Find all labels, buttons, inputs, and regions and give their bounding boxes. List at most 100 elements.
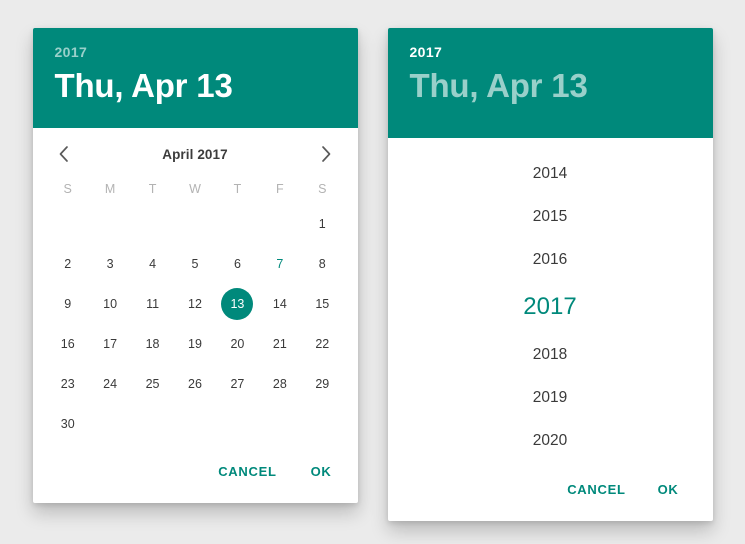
calendar-day-28[interactable]: 28 (264, 368, 296, 400)
calendar-day-2[interactable]: 2 (52, 248, 84, 280)
calendar-day-empty (137, 408, 169, 440)
header-date-label[interactable]: Thu, Apr 13 (55, 67, 336, 105)
calendar-day-5[interactable]: 5 (179, 248, 211, 280)
year-item-2018[interactable]: 2018 (388, 333, 713, 376)
calendar-cell: 25 (131, 364, 173, 404)
calendar-grid: 1 2 3 4 5 6 7 8 9 10 11 12 13 14 15 16 17 18 19 20 21 22 23 24 2… (47, 204, 344, 444)
year-item-2019[interactable]: 2019 (388, 376, 713, 419)
calendar-cell (216, 404, 258, 444)
calendar-day-12[interactable]: 12 (179, 288, 211, 320)
prev-month-button[interactable] (49, 140, 79, 168)
year-item-2017[interactable]: 2017 (388, 281, 713, 333)
date-picker-actions: CANCEL OK (33, 444, 358, 503)
calendar-cell: 1 (301, 204, 343, 244)
calendar-day-empty (179, 208, 211, 240)
cancel-button[interactable]: CANCEL (210, 456, 284, 487)
calendar-day-empty (264, 208, 296, 240)
calendar-day-4[interactable]: 4 (137, 248, 169, 280)
month-navigation: April 2017 (33, 128, 358, 174)
ok-button[interactable]: OK (303, 456, 340, 487)
year-item-2014[interactable]: 2014 (388, 152, 713, 195)
calendar-day-6[interactable]: 6 (221, 248, 253, 280)
calendar-day-9[interactable]: 9 (52, 288, 84, 320)
header-year-label[interactable]: 2017 (55, 44, 336, 61)
calendar-cell: 18 (131, 324, 173, 364)
calendar-cell (174, 404, 216, 444)
calendar-day-20[interactable]: 20 (221, 328, 253, 360)
calendar-day-18[interactable]: 18 (137, 328, 169, 360)
calendar-cell: 10 (89, 284, 131, 324)
calendar-day-3[interactable]: 3 (94, 248, 126, 280)
calendar-cell: 23 (47, 364, 89, 404)
calendar-day-empty (264, 408, 296, 440)
ok-button[interactable]: OK (650, 474, 687, 505)
calendar-cell: 9 (47, 284, 89, 324)
calendar-day-empty (94, 208, 126, 240)
chevron-right-icon (321, 145, 332, 163)
calendar-day-8[interactable]: 8 (306, 248, 338, 280)
calendar-cell: 17 (89, 324, 131, 364)
year-item-2015[interactable]: 2015 (388, 195, 713, 238)
calendar-cell: 27 (216, 364, 258, 404)
calendar-day-11[interactable]: 11 (137, 288, 169, 320)
year-item-2020[interactable]: 2020 (388, 419, 713, 462)
calendar-cell (131, 404, 173, 444)
calendar-cell (131, 204, 173, 244)
calendar-cell (89, 404, 131, 444)
calendar-cell: 29 (301, 364, 343, 404)
calendar-day-16[interactable]: 16 (52, 328, 84, 360)
calendar-day-1[interactable]: 1 (306, 208, 338, 240)
calendar-cell: 15 (301, 284, 343, 324)
calendar-day-25[interactable]: 25 (137, 368, 169, 400)
calendar-cell (301, 404, 343, 444)
weekday-label: M (104, 182, 116, 196)
calendar-cell: 3 (89, 244, 131, 284)
calendar-cell: 16 (47, 324, 89, 364)
calendar-cell: 24 (89, 364, 131, 404)
cancel-button[interactable]: CANCEL (559, 474, 633, 505)
calendar-cell (259, 404, 301, 444)
calendar-day-19[interactable]: 19 (179, 328, 211, 360)
calendar-day-10[interactable]: 10 (94, 288, 126, 320)
calendar-day-13[interactable]: 13 (221, 288, 254, 320)
calendar-day-29[interactable]: 29 (306, 368, 338, 400)
header-date-label[interactable]: Thu, Apr 13 (410, 67, 691, 105)
calendar-body: SMTWTFS 1 2 3 4 5 6 7 8 9 10 11 12 13 14 15 16 17 18 19 20 2… (33, 174, 358, 444)
calendar-cell (259, 204, 301, 244)
weekday-label: S (63, 182, 72, 196)
calendar-cell (174, 204, 216, 244)
calendar-day-27[interactable]: 27 (221, 368, 253, 400)
calendar-day-empty (221, 408, 253, 440)
year-list[interactable]: 2014 2015 2016 2017 2018 2019 2020 (388, 138, 713, 468)
calendar-cell (216, 204, 258, 244)
calendar-cell: 22 (301, 324, 343, 364)
calendar-cell: 19 (174, 324, 216, 364)
calendar-day-15[interactable]: 15 (306, 288, 338, 320)
header-year-label[interactable]: 2017 (410, 44, 691, 61)
calendar-day-empty (306, 408, 338, 440)
month-year-label: April 2017 (162, 146, 228, 162)
calendar-day-14[interactable]: 14 (264, 288, 296, 320)
date-picker-header: 2017 Thu, Apr 13 (32, 28, 358, 128)
year-picker-header: 2017 Thu, Apr 13 (387, 28, 713, 138)
screen-root: 2017 Thu, Apr 13 April 2017 S M T W T F … (0, 0, 745, 544)
calendar-day-21[interactable]: 21 (264, 328, 296, 360)
year-item-2016[interactable]: 2016 (388, 238, 713, 281)
calendar-day-empty (137, 208, 169, 240)
weekday-label: S (318, 182, 327, 196)
calendar-cell: 30 (47, 404, 89, 444)
calendar-day-30[interactable]: 30 (52, 408, 84, 440)
calendar-day-24[interactable]: 24 (94, 368, 126, 400)
calendar-cell: 6 (216, 244, 258, 284)
next-month-button[interactable] (311, 140, 341, 168)
calendar-day-empty (52, 208, 84, 240)
calendar-cell: 21 (259, 324, 301, 364)
calendar-cell (89, 204, 131, 244)
calendar-cell: 12 (174, 284, 216, 324)
calendar-day-26[interactable]: 26 (179, 368, 211, 400)
calendar-day-17[interactable]: 17 (94, 328, 126, 360)
calendar-day-23[interactable]: 23 (52, 368, 84, 400)
calendar-day-22[interactable]: 22 (306, 328, 338, 360)
weekday-header-row: SMTWTFS (47, 174, 344, 204)
calendar-day-7[interactable]: 7 (264, 248, 296, 280)
